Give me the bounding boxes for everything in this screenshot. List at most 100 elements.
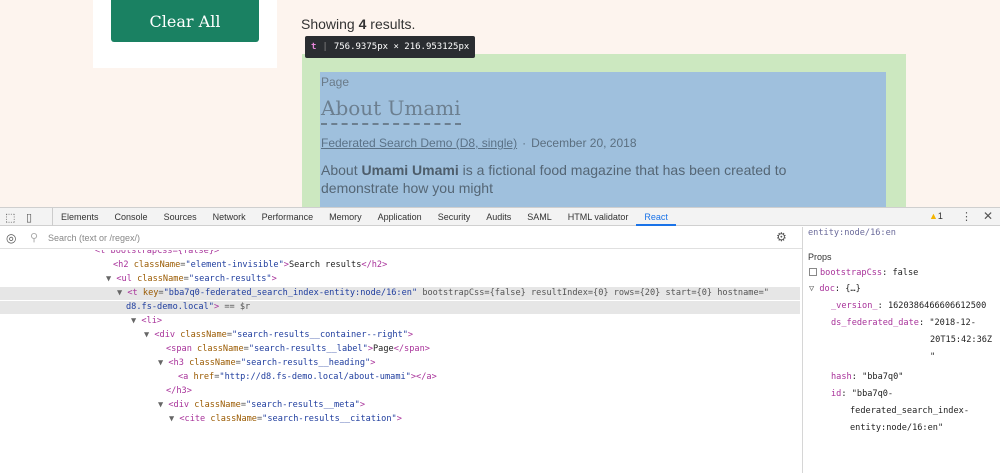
tree-node[interactable]: ▼ <div className="search-results__meta"> xyxy=(0,399,365,412)
checkbox[interactable] xyxy=(809,268,817,276)
tag-open: </h3> xyxy=(166,386,192,396)
expand-triangle-icon: ▼ xyxy=(144,330,155,340)
close-icon[interactable]: ✕ xyxy=(983,209,993,223)
prop-doc[interactable]: ▽ doc: {…} xyxy=(809,283,861,295)
prop-key: doc xyxy=(819,284,835,294)
prop-key: ds_federated_date xyxy=(831,318,919,328)
text-node: Page xyxy=(373,344,394,354)
selected-ref: == $r xyxy=(219,302,251,312)
tag-close: > xyxy=(359,400,366,410)
result-title[interactable]: About Umami xyxy=(321,96,461,125)
clear-all-button[interactable]: Clear All xyxy=(111,0,259,42)
tab-application[interactable]: Application xyxy=(370,208,430,226)
component-search-input[interactable] xyxy=(48,230,748,246)
prop-bootstrapcss[interactable]: bootstrapCss: false xyxy=(809,267,918,279)
attr-value: "search-results" xyxy=(188,274,272,284)
tree-node[interactable]: d8.fs-demo.local"> == $r xyxy=(0,301,800,314)
expand-triangle-icon[interactable]: ▽ xyxy=(809,284,819,294)
result-site-link[interactable]: Federated Search Demo (D8, single) xyxy=(321,136,517,150)
result-snippet: About Umami Umami is a fictional food ma… xyxy=(321,161,841,197)
tag-end: </a> xyxy=(416,372,437,382)
expand-triangle-icon: ▼ xyxy=(117,288,128,298)
attr-value: "http://d8.fs-demo.local/about-umami" xyxy=(219,372,411,382)
attr-value: d8.fs-demo.local" xyxy=(126,302,214,312)
attr-value: "search-results__label" xyxy=(248,344,368,354)
tab-security[interactable]: Security xyxy=(430,208,479,226)
prop-value: false xyxy=(892,268,919,278)
devtools-tabs: Elements Console Sources Network Performance… xyxy=(52,208,676,226)
tag-open: <h3 xyxy=(168,358,190,368)
meta-separator: · xyxy=(522,136,527,150)
gear-icon[interactable]: ⚙ xyxy=(776,230,787,244)
tree-node[interactable]: </h3> xyxy=(0,385,192,398)
tree-node[interactable]: <h2 className="element-invisible">Search… xyxy=(0,259,387,272)
prop-date-end: " xyxy=(930,352,936,362)
tree-node[interactable]: ▼ <cite className="search-results__citat… xyxy=(0,413,402,426)
tag-close: > xyxy=(396,414,402,424)
component-tree[interactable]: <t bootstrapCss={false}> <h2 className="e… xyxy=(0,250,802,473)
tab-elements[interactable]: Elements xyxy=(53,208,107,226)
prop-version[interactable]: _version_: 1620386466606612500 xyxy=(831,300,986,312)
prop-colon: : xyxy=(841,389,852,399)
warnings-badge[interactable]: ▲1 xyxy=(929,211,943,221)
attr-value: "bba7q0-federated_search_index-entity:no… xyxy=(163,288,418,298)
tree-node[interactable]: ▼ <t key="bba7q0-federated_search_index-… xyxy=(0,287,800,300)
tab-react[interactable]: React xyxy=(636,208,676,226)
more-options-icon[interactable]: ⋮ xyxy=(961,210,972,223)
expand-triangle-icon: ▼ xyxy=(131,316,142,326)
tab-audits[interactable]: Audits xyxy=(478,208,519,226)
facet-panel: Clear All xyxy=(93,0,277,68)
tree-node[interactable]: ▼ <div className="search-results__contai… xyxy=(0,329,413,342)
prop-ds-federated-date[interactable]: ds_federated_date: "2018-12- xyxy=(831,317,976,329)
tooltip-separator: | xyxy=(322,42,328,52)
tag-open: <span xyxy=(166,344,198,354)
attr-value: "search-results__heading" xyxy=(240,358,371,368)
attr-name: className xyxy=(189,358,236,368)
tag-open: <div xyxy=(168,400,195,410)
prop-value: {…} xyxy=(845,284,861,294)
attr-name: className xyxy=(133,260,181,270)
tag-open: <div xyxy=(154,330,181,340)
tooltip-size: 756.9375px × 216.953125px xyxy=(333,42,470,52)
attr-name: className xyxy=(194,400,241,410)
prop-id[interactable]: id: "bba7q0- xyxy=(831,388,893,400)
tag-open: <li xyxy=(141,316,157,326)
tab-network[interactable]: Network xyxy=(205,208,254,226)
attr-rest: bootstrapCss={false} resultIndex={0} row… xyxy=(417,288,769,298)
tag-close: > xyxy=(271,274,277,284)
warning-icon: ▲ xyxy=(929,211,938,221)
devtools-panel: ⬚ ▯ Elements Console Sources Network Perform… xyxy=(0,207,1000,473)
tab-performance[interactable]: Performance xyxy=(254,208,322,226)
tab-html-validator[interactable]: HTML validator xyxy=(560,208,637,226)
prop-id-cont: federated_search_index- xyxy=(850,406,969,416)
text-node: Search results xyxy=(288,260,362,270)
tag-close: > xyxy=(156,316,163,326)
tab-console[interactable]: Console xyxy=(107,208,156,226)
tooltip-tag: t xyxy=(311,42,317,52)
tag-open: <h2 xyxy=(113,260,134,270)
node-text: <t bootstrapCss={false}> xyxy=(95,250,220,256)
inspect-element-icon[interactable]: ⬚ xyxy=(5,211,15,224)
prop-id-end: entity:node/16:en" xyxy=(850,423,944,433)
tree-node[interactable]: <span className="search-results__label">… xyxy=(0,343,430,356)
results-count: Showing 4 results. xyxy=(301,16,415,32)
prop-key: _version_ xyxy=(831,301,878,311)
prop-colon: : xyxy=(918,318,930,328)
select-component-icon[interactable]: ◎ xyxy=(6,231,16,245)
tree-node[interactable]: <a href="http://d8.fs-demo.local/about-u… xyxy=(0,371,437,384)
tree-node[interactable]: ▼ <h3 className="search-results__heading… xyxy=(0,357,375,370)
tree-node[interactable]: ▼ <li> xyxy=(0,315,162,328)
tag-open: <t xyxy=(127,288,143,298)
attr-value: "search-results__citation" xyxy=(262,414,397,424)
prop-colon: : xyxy=(882,268,893,278)
tab-memory[interactable]: Memory xyxy=(321,208,370,226)
results-count-prefix: Showing xyxy=(301,16,359,32)
tree-node[interactable]: ▼ <ul className="search-results"> xyxy=(0,273,277,286)
prop-hash[interactable]: hash: "bba7q0" xyxy=(831,371,903,383)
tab-saml[interactable]: SAML xyxy=(519,208,560,226)
prop-colon: : xyxy=(851,372,863,382)
device-toolbar-icon[interactable]: ▯ xyxy=(26,211,32,224)
page-viewport: Clear All Showing 4 results. t | 756.937… xyxy=(0,0,1000,207)
tab-sources[interactable]: Sources xyxy=(156,208,205,226)
tree-node[interactable]: <t bootstrapCss={false}> xyxy=(0,250,219,258)
